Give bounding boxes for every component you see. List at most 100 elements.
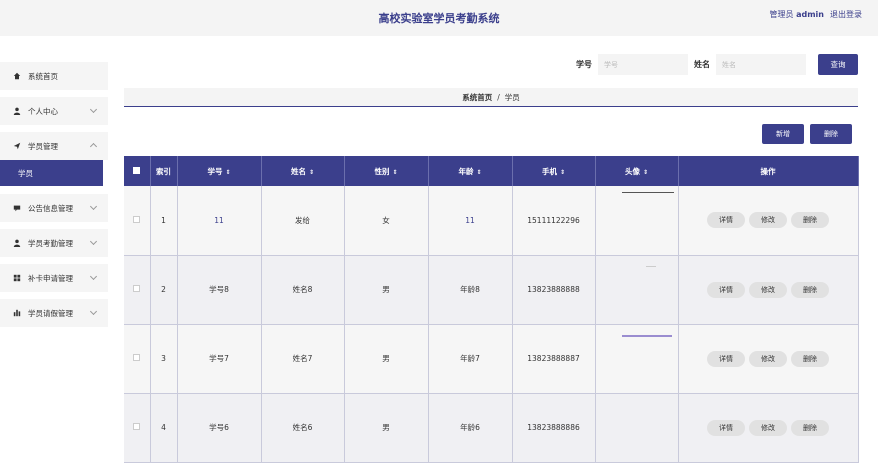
column-header[interactable]: 年龄 ⇕ [428,156,513,186]
row-checkbox[interactable] [133,423,141,430]
sidebar-item-makeup[interactable]: 补卡申请管理 [0,264,108,292]
send-icon [12,142,22,150]
chevron-up-icon [89,142,98,151]
sort-icon[interactable]: ⇕ [225,169,230,176]
age-value: 11 [465,215,475,225]
column-header[interactable]: 性别 ⇕ [344,156,429,186]
sidebar-item-attendance[interactable]: 学员考勤管理 [0,229,108,257]
select-all-checkbox[interactable] [133,166,141,174]
name-cell: 发给 [261,186,345,256]
user-icon [12,107,22,115]
sidebar: 系统首页 个人中心 学员管理 学员 公告信息管理 学员考勤管理 补卡申请管理 学… [0,62,108,334]
avatar-image [645,265,656,267]
sort-icon[interactable]: ⇕ [643,169,648,176]
breadcrumb-current: 学员 [504,93,520,102]
edit-button[interactable]: 修改 [749,212,787,229]
sidebar-item-label: 补卡申请管理 [28,273,73,283]
edit-button[interactable]: 修改 [749,419,787,436]
breadcrumb: 系统首页 / 学员 [124,88,858,107]
operations-cell: 详情 修改 删除 [678,324,859,394]
sort-icon[interactable]: ⇕ [392,169,397,176]
sidebar-item-label: 公告信息管理 [28,203,73,213]
sidebar-item-profile[interactable]: 个人中心 [0,97,108,125]
table-row: 3 学号7 姓名7 男 年龄7 13823888887 详情 修改 删除 [124,324,859,394]
breadcrumb-home[interactable]: 系统首页 [462,93,492,102]
home-icon [12,72,22,80]
avatar-cell [595,324,679,394]
sidebar-item-label: 系统首页 [28,71,58,81]
avatar-cell [595,393,679,463]
edit-button[interactable]: 修改 [749,281,787,298]
sidebar-item-label: 个人中心 [28,106,58,116]
column-header[interactable]: 头像 ⇕ [595,156,679,186]
breadcrumb-separator: / [497,93,500,102]
student-id-cell: 学号6 [177,393,262,463]
delete-button[interactable]: 删除 [791,350,829,367]
delete-button[interactable]: 删除 [791,212,829,229]
name-input[interactable] [716,54,806,75]
avatar-cell [595,255,679,325]
username: admin [796,10,824,19]
grid-icon [12,274,22,282]
delete-button[interactable]: 删除 [791,419,829,436]
user-info: 管理员 admin [770,9,824,20]
chevron-down-icon [89,237,98,246]
row-select-cell [124,324,151,394]
chevron-down-icon [89,272,98,281]
sidebar-subitem-student[interactable]: 学员 [0,160,103,186]
name-cell: 姓名8 [261,255,345,325]
sidebar-item-students[interactable]: 学员管理 [0,132,108,160]
sidebar-item-label: 学员请假管理 [28,308,73,318]
sidebar-item-label: 学员管理 [28,141,58,151]
index-cell: 4 [150,393,178,463]
avatar-cell [595,186,679,256]
chevron-down-icon [89,105,98,114]
top-header: 高校实验室学员考勤系统 管理员 admin 退出登录 [0,0,878,36]
detail-button[interactable]: 详情 [707,419,745,436]
index-cell: 2 [150,255,178,325]
header-user-area: 管理员 admin 退出登录 [770,9,862,20]
delete-button[interactable]: 删除 [791,281,829,298]
age-cell: 11 [428,186,513,256]
detail-button[interactable]: 详情 [707,281,745,298]
row-select-cell [124,255,151,325]
sidebar-item-announcements[interactable]: 公告信息管理 [0,194,108,222]
column-header: 操作 [678,156,859,186]
table-row: 4 学号6 姓名6 男 年龄6 13823888886 详情 修改 删除 [124,393,859,463]
column-label: 年龄 [458,166,474,176]
chart-icon [12,309,22,317]
row-checkbox[interactable] [133,285,141,292]
row-select-cell [124,186,151,256]
detail-button[interactable]: 详情 [707,350,745,367]
bulk-delete-button[interactable]: 删除 [810,124,852,144]
table-row: 2 学号8 姓名8 男 年龄8 13823888888 详情 修改 删除 [124,255,859,325]
index-cell: 3 [150,324,178,394]
column-header[interactable]: 姓名 ⇕ [261,156,345,186]
sort-icon[interactable]: ⇕ [309,169,314,176]
phone-cell: 13823888888 [512,255,596,325]
column-label: 手机 [541,166,557,176]
avatar-image [621,192,674,193]
detail-button[interactable]: 详情 [707,212,745,229]
student-id-cell: 学号7 [177,324,262,394]
add-button[interactable]: 新增 [762,124,804,144]
logout-link[interactable]: 退出登录 [830,9,862,20]
sort-icon[interactable]: ⇕ [560,169,565,176]
sidebar-item-leave[interactable]: 学员请假管理 [0,299,108,327]
row-checkbox[interactable] [133,215,141,223]
gender-cell: 男 [344,255,429,325]
table-actions: 新增 删除 [762,124,852,144]
student-id-cell: 11 [177,186,262,256]
row-checkbox[interactable] [133,354,141,361]
search-bar: 学号 姓名 查询 [576,54,858,75]
sidebar-item-home[interactable]: 系统首页 [0,62,108,90]
column-header[interactable]: 手机 ⇕ [512,156,596,186]
table-header-row: 索引 学号 ⇕ 姓名 ⇕ 性别 ⇕ 年龄 ⇕ 手机 ⇕ 头像 ⇕ 操作 [124,156,859,186]
student-id-input[interactable] [598,54,688,75]
search-button[interactable]: 查询 [818,54,858,75]
column-header: 索引 [150,156,178,186]
column-header[interactable]: 学号 ⇕ [177,156,262,186]
sort-icon[interactable]: ⇕ [476,169,481,176]
name-cell: 姓名6 [261,393,345,463]
edit-button[interactable]: 修改 [749,350,787,367]
